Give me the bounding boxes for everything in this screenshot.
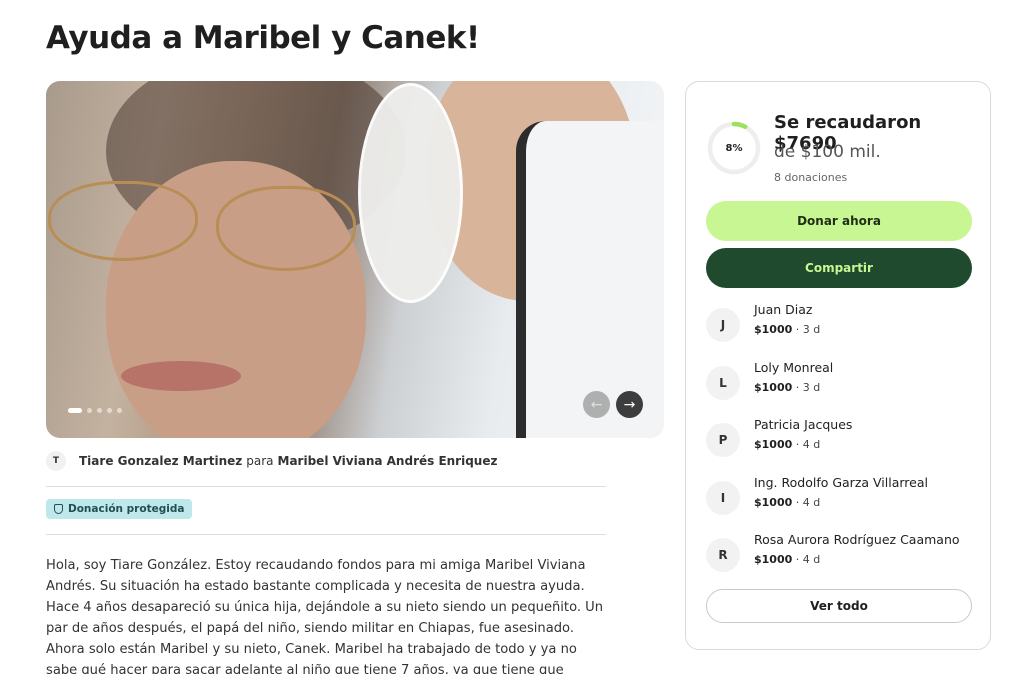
donor-time: 3 d <box>802 323 821 336</box>
arrow-right-icon: → <box>623 396 636 413</box>
face-blur-overlay <box>358 83 463 303</box>
donor-avatar: I <box>706 481 740 515</box>
donor-item: R Rosa Aurora Rodríguez Caamano $1000 · … <box>706 532 976 576</box>
donor-item: L Loly Monreal $1000 · 3 d <box>706 360 976 404</box>
next-image-button[interactable]: → <box>616 391 643 418</box>
donor-name: Loly Monreal <box>754 360 834 375</box>
donor-meta: $1000 · 3 d <box>754 323 821 336</box>
donor-name: Juan Diaz <box>754 302 813 317</box>
progress-percent: 8% <box>725 142 743 154</box>
divider <box>46 534 606 535</box>
arrow-left-icon: ← <box>590 396 603 413</box>
beneficiary-name[interactable]: Maribel Viviana Andrés Enriquez <box>278 454 498 468</box>
photo-detail <box>121 361 241 391</box>
donor-amount: $1000 <box>754 438 793 451</box>
donations-count: 8 donaciones <box>774 171 848 184</box>
goal-amount: de $100 mil. <box>774 142 881 162</box>
donor-time: 4 d <box>802 438 821 451</box>
campaign-story: Hola, soy Tiare González. Estoy recaudan… <box>46 558 604 674</box>
donor-item: J Juan Diaz $1000 · 3 d <box>706 302 976 346</box>
donor-avatar: L <box>706 366 740 400</box>
divider <box>46 486 606 487</box>
donor-meta: $1000 · 4 d <box>754 553 821 566</box>
see-all-button[interactable]: Ver todo <box>706 589 972 623</box>
photo-detail <box>216 186 356 271</box>
gallery-dot[interactable] <box>87 408 92 413</box>
donor-avatar: R <box>706 538 740 572</box>
donor-avatar: P <box>706 423 740 457</box>
donor-amount: $1000 <box>754 323 793 336</box>
gallery-dot[interactable] <box>117 408 122 413</box>
organizer-avatar: T <box>46 451 66 471</box>
donor-time: 3 d <box>802 381 821 394</box>
campaign-photo[interactable]: ← → <box>46 81 664 438</box>
donor-amount: $1000 <box>754 553 793 566</box>
donor-item: P Patricia Jacques $1000 · 4 d <box>706 417 976 461</box>
share-button[interactable]: Compartir <box>706 248 972 288</box>
badge-label: Donación protegida <box>68 503 185 515</box>
donor-meta: $1000 · 3 d <box>754 381 821 394</box>
gallery-pagination <box>68 408 122 413</box>
photo-detail <box>48 181 198 261</box>
donor-meta: $1000 · 4 d <box>754 438 821 451</box>
gallery-dot[interactable] <box>68 408 82 413</box>
organizer-line: T Tiare Gonzalez Martinez para Maribel V… <box>46 451 497 471</box>
photo-detail <box>516 121 664 438</box>
donor-avatar: J <box>706 308 740 342</box>
donor-time: 4 d <box>802 496 821 509</box>
donor-meta: $1000 · 4 d <box>754 496 821 509</box>
donor-name: Ing. Rodolfo Garza Villarreal <box>754 475 928 490</box>
organizer-name[interactable]: Tiare Gonzalez Martinez <box>79 454 242 468</box>
shield-icon <box>54 504 63 514</box>
donor-amount: $1000 <box>754 381 793 394</box>
donor-name: Patricia Jacques <box>754 417 853 432</box>
organizer-connector: para <box>246 454 274 468</box>
page-title: Ayuda a Maribel y Canek! <box>46 20 480 56</box>
gallery-dot[interactable] <box>97 408 102 413</box>
protected-donation-badge[interactable]: Donación protegida <box>46 499 193 519</box>
previous-image-button[interactable]: ← <box>583 391 610 418</box>
donate-now-button[interactable]: Donar ahora <box>706 201 972 241</box>
donation-card: 8% Se recaudaron $7690 de $100 mil. 8 do… <box>685 81 991 650</box>
donor-time: 4 d <box>802 553 821 566</box>
progress-ring: 8% <box>706 120 762 176</box>
gallery-dot[interactable] <box>107 408 112 413</box>
donor-amount: $1000 <box>754 496 793 509</box>
donor-name: Rosa Aurora Rodríguez Caamano <box>754 532 960 547</box>
donor-item: I Ing. Rodolfo Garza Villarreal $1000 · … <box>706 475 976 519</box>
